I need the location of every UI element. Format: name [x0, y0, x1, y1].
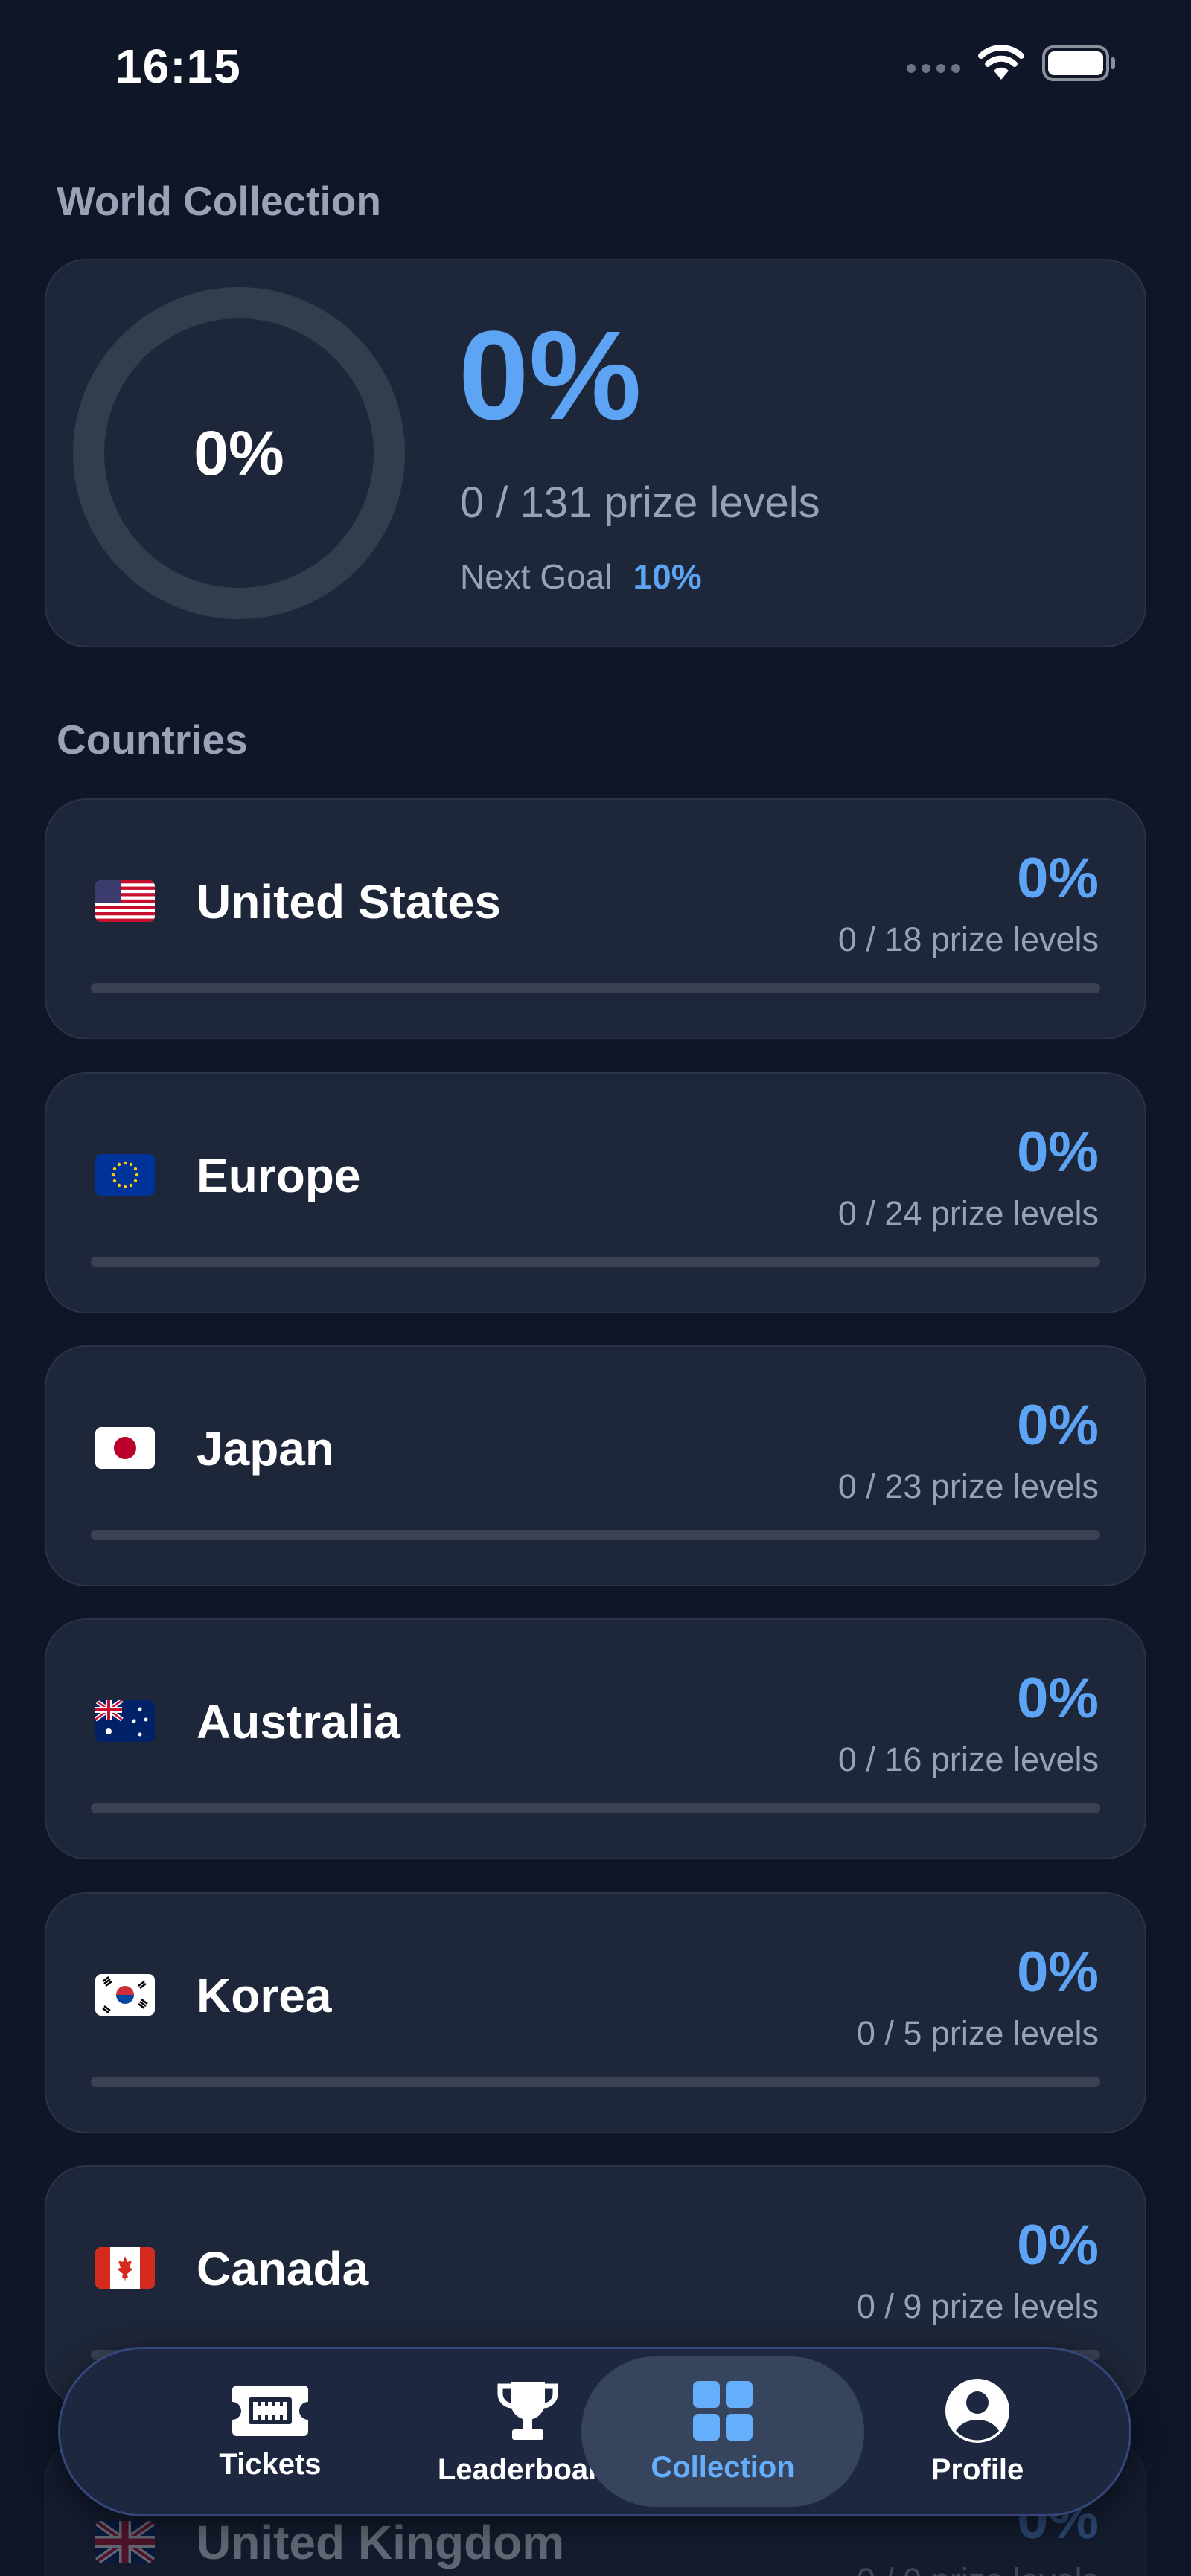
country-name: United States	[197, 875, 501, 929]
tab-tickets[interactable]: Tickets	[129, 2356, 412, 2507]
country-name: Australia	[197, 1695, 400, 1749]
country-prize-levels: 0 / 9 prize levels	[857, 2561, 1099, 2576]
flag-ca-icon	[95, 2247, 155, 2289]
flag-eu-icon	[95, 1154, 155, 1196]
country-progress-bar	[91, 983, 1100, 993]
country-card-united-states[interactable]: United States 0% 0 / 18 prize levels	[45, 798, 1146, 1039]
world-collection-card[interactable]: 0% 0% 0 / 131 prize levels Next Goal 10%	[45, 259, 1146, 647]
next-goal-label: Next Goal	[460, 557, 613, 596]
wifi-icon	[978, 45, 1024, 80]
tab-bar: Tickets Leaderboard Collection Profile	[58, 2347, 1131, 2516]
country-percent: 0%	[1017, 1121, 1099, 1184]
country-prize-levels: 0 / 9 prize levels	[856, 2287, 1099, 2325]
flag-us-icon	[95, 880, 155, 922]
country-card-australia[interactable]: Australia 0% 0 / 16 prize levels	[45, 1618, 1146, 1859]
country-name: United Kingdom	[197, 2516, 565, 2569]
flag-au-icon	[95, 1700, 155, 1742]
world-percent: 0%	[459, 305, 642, 446]
world-prize-levels: 0 / 131 prize levels	[460, 478, 820, 527]
country-prize-levels: 0 / 18 prize levels	[837, 920, 1099, 958]
country-prize-levels: 0 / 16 prize levels	[837, 1740, 1099, 1778]
grid-icon	[693, 2380, 753, 2441]
country-prize-levels: 0 / 23 prize levels	[837, 1467, 1099, 1505]
country-name: Japan	[197, 1422, 334, 1476]
country-percent: 0%	[1017, 1394, 1099, 1457]
status-bar: 16:15	[0, 0, 1191, 134]
country-percent: 0%	[1017, 1941, 1099, 2004]
world-ring-label: 0%	[194, 417, 284, 488]
country-percent: 0%	[1017, 1667, 1099, 1730]
country-progress-bar	[91, 1803, 1100, 1813]
country-percent: 0%	[1017, 847, 1099, 910]
cellular-signal-icon	[907, 64, 960, 73]
country-prize-levels: 0 / 5 prize levels	[856, 2014, 1099, 2052]
flag-kr-icon	[95, 1974, 155, 2016]
country-progress-bar	[91, 1530, 1100, 1540]
country-name: Korea	[197, 1969, 332, 2022]
ticket-icon	[232, 2385, 308, 2436]
next-goal: Next Goal 10%	[460, 557, 702, 597]
status-icons	[907, 45, 1117, 82]
tab-label: Collection	[651, 2450, 795, 2484]
battery-icon	[1042, 45, 1115, 81]
trophy-icon	[497, 2381, 558, 2440]
tab-label: Tickets	[219, 2447, 322, 2481]
person-icon	[945, 2378, 1009, 2443]
countries-title: Countries	[57, 717, 248, 763]
flag-uk-icon	[95, 2521, 155, 2563]
country-prize-levels: 0 / 24 prize levels	[837, 1194, 1099, 1232]
status-time: 16:15	[115, 39, 241, 93]
tab-label: Profile	[930, 2452, 1024, 2486]
world-collection-title: World Collection	[57, 178, 381, 224]
tab-profile[interactable]: Profile	[836, 2356, 1119, 2507]
tab-collection[interactable]: Collection	[581, 2356, 864, 2507]
country-card-japan[interactable]: Japan 0% 0 / 23 prize levels	[45, 1345, 1146, 1586]
country-card-korea[interactable]: Korea 0% 0 / 5 prize levels	[45, 1892, 1146, 2133]
country-progress-bar	[91, 1257, 1100, 1267]
flag-jp-icon	[95, 1427, 155, 1469]
country-name: Europe	[197, 1149, 361, 1202]
country-percent: 0%	[1017, 2214, 1099, 2277]
country-card-europe[interactable]: Europe 0% 0 / 24 prize levels	[45, 1072, 1146, 1313]
country-name: Canada	[197, 2242, 369, 2295]
country-progress-bar	[91, 2077, 1100, 2087]
next-goal-value: 10%	[633, 557, 702, 596]
